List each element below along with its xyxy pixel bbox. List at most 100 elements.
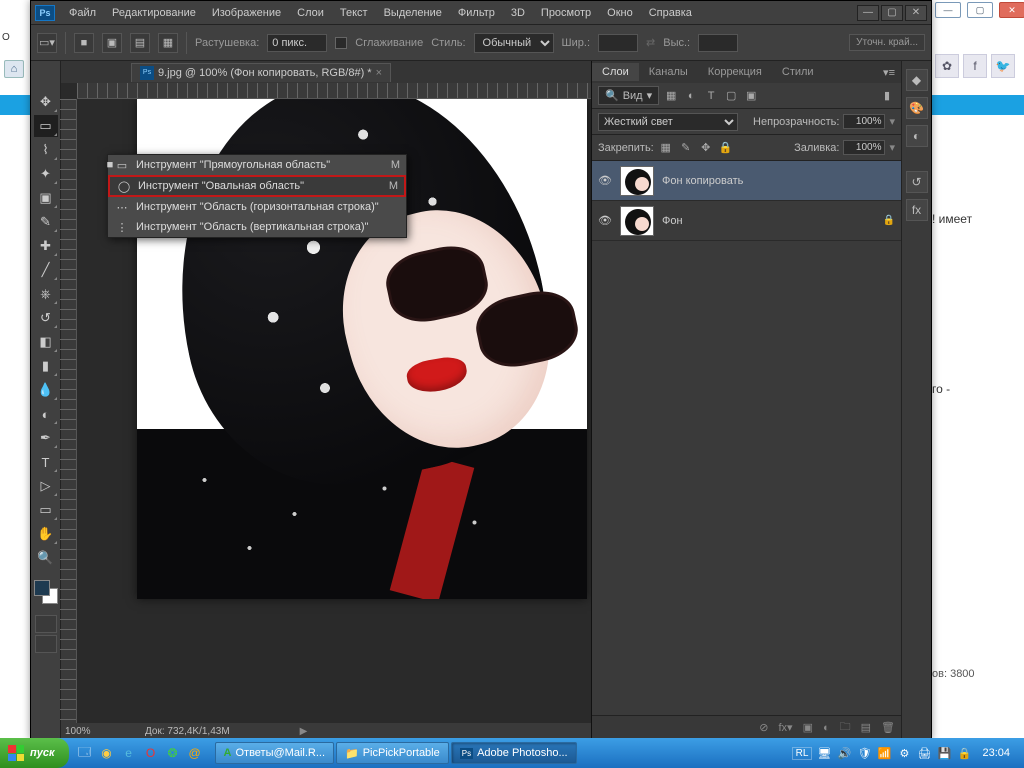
share-twitter-icon[interactable]: 🐦 (991, 54, 1015, 78)
start-button[interactable]: пуск (0, 738, 69, 768)
dock-color-icon[interactable]: 🎨 (906, 97, 928, 119)
ql-mail-icon[interactable]: @ (185, 743, 205, 763)
zoom-tool-icon[interactable]: 🔍 (34, 547, 58, 569)
canvas[interactable]: ■▭ Инструмент "Прямоугольная область"M ◯… (77, 99, 591, 723)
ql-explorer-icon[interactable]: 🗔 (75, 743, 95, 763)
ps-minimize-icon[interactable]: — (857, 5, 879, 21)
tab-adjustments[interactable]: Коррекция (698, 63, 772, 81)
lock-paint-icon[interactable]: ✎ (678, 140, 694, 156)
flyout-col-marquee[interactable]: ⋮ Инструмент "Область (вертикальная стро… (108, 217, 406, 237)
subtract-selection-icon[interactable]: ▤ (130, 33, 150, 53)
new-selection-icon[interactable]: ■ (74, 33, 94, 53)
menu-type[interactable]: Текст (332, 7, 376, 19)
adjustment-icon[interactable]: ◐ (823, 722, 830, 734)
task-button[interactable]: AОтветы@Mail.R... (215, 742, 334, 764)
tab-styles[interactable]: Стили (772, 63, 824, 81)
ps-close-icon[interactable]: ✕ (905, 5, 927, 21)
flyout-ellipse-marquee[interactable]: ◯ Инструмент "Овальная область"M (108, 175, 406, 197)
move-tool-icon[interactable]: ✥ (34, 91, 58, 113)
screenmode-icon[interactable] (35, 635, 57, 653)
magic-wand-tool-icon[interactable]: ✦ (34, 163, 58, 185)
flyout-row-marquee[interactable]: ⋯ Инструмент "Область (горизонтальная ст… (108, 197, 406, 217)
ql-chrome-icon[interactable]: ◉ (97, 743, 117, 763)
link-icon[interactable]: ⊘ (759, 721, 768, 734)
tray-icon[interactable]: 📶 (876, 745, 892, 761)
zoom-level[interactable]: 100% (65, 726, 115, 737)
language-indicator[interactable]: RL (792, 747, 813, 760)
shape-tool-icon[interactable]: ▭ (34, 499, 58, 521)
style-select[interactable]: Обычный (474, 33, 554, 53)
tray-icon[interactable]: 🔒 (956, 745, 972, 761)
layer-row[interactable]: 👁 Фон 🔒 (592, 201, 901, 241)
fx-icon[interactable]: fx▾ (778, 721, 792, 734)
os-restore-icon[interactable]: ▢ (967, 2, 993, 18)
add-selection-icon[interactable]: ▣ (102, 33, 122, 53)
brush-tool-icon[interactable]: ╱ (34, 259, 58, 281)
ql-qip-icon[interactable]: ❂ (163, 743, 183, 763)
menu-3d[interactable]: 3D (503, 7, 533, 19)
menu-filter[interactable]: Фильтр (450, 7, 503, 19)
tab-layers[interactable]: Слои (592, 63, 639, 81)
panel-menu-icon[interactable]: ▾≡ (877, 66, 901, 79)
group-icon[interactable]: 🗀 (840, 718, 851, 737)
filter-pixel-icon[interactable]: ▦ (663, 88, 679, 104)
tab-close-icon[interactable]: × (376, 67, 382, 79)
refine-edge-button[interactable]: Уточн. край... (849, 34, 925, 51)
dock-actions-icon[interactable]: fx (906, 199, 928, 221)
tray-icon[interactable]: 🔊 (836, 745, 852, 761)
menu-layer[interactable]: Слои (289, 7, 332, 19)
dock-history-icon[interactable]: ↺ (906, 171, 928, 193)
filter-type-icon[interactable]: T (703, 88, 719, 104)
dock-swatches-icon[interactable]: ◐ (906, 125, 928, 147)
layer-thumb[interactable] (620, 166, 654, 196)
ql-opera-icon[interactable]: O (141, 743, 161, 763)
filter-shape-icon[interactable]: ▢ (723, 88, 739, 104)
lasso-tool-icon[interactable]: ⌇ (34, 139, 58, 161)
tray-icon[interactable]: 💾 (936, 745, 952, 761)
os-minimize-icon[interactable]: — (935, 2, 961, 18)
visibility-icon[interactable]: 👁 (598, 174, 612, 187)
stamp-tool-icon[interactable]: ⎈ (34, 283, 58, 305)
tray-icon[interactable]: 🖨 (916, 745, 932, 761)
gradient-tool-icon[interactable]: ▮ (34, 355, 58, 377)
home-icon[interactable]: ⌂ (4, 60, 24, 78)
tray-icon[interactable]: ⚙ (896, 745, 912, 761)
document-tab[interactable]: Ps 9.jpg @ 100% (Фон копировать, RGB/8#)… (131, 63, 391, 82)
feather-input[interactable] (267, 34, 327, 52)
menu-window[interactable]: Окно (599, 7, 641, 19)
marquee-tool-icon[interactable]: ▭ (34, 115, 58, 137)
pen-tool-icon[interactable]: ✒ (34, 427, 58, 449)
dock-layers-icon[interactable]: ◆ (906, 69, 928, 91)
crop-tool-icon[interactable]: ▣ (34, 187, 58, 209)
lock-all-icon[interactable]: 🔒 (718, 140, 734, 156)
tray-icon[interactable]: 🛡 (856, 745, 872, 761)
layer-name[interactable]: Фон (662, 215, 683, 227)
ruler-horizontal[interactable] (77, 83, 591, 99)
layer-row[interactable]: 👁 Фон копировать (592, 161, 901, 201)
layer-name[interactable]: Фон копировать (662, 175, 743, 187)
filter-smart-icon[interactable]: ▣ (743, 88, 759, 104)
blend-mode-select[interactable]: Жесткий свет (598, 113, 738, 131)
menu-file[interactable]: Файл (61, 7, 104, 19)
lock-pixels-icon[interactable]: ▦ (658, 140, 674, 156)
eraser-tool-icon[interactable]: ◧ (34, 331, 58, 353)
menu-image[interactable]: Изображение (204, 7, 289, 19)
mask-icon[interactable]: ▣ (803, 721, 813, 734)
quickmask-icon[interactable] (35, 615, 57, 633)
share-odnoklassniki-icon[interactable]: ✿ (935, 54, 959, 78)
blur-tool-icon[interactable]: 💧 (34, 379, 58, 401)
filter-toggle-icon[interactable]: ▮ (879, 88, 895, 104)
layer-kind-filter[interactable]: 🔍 Вид ▾ (598, 86, 659, 105)
history-brush-tool-icon[interactable]: ↺ (34, 307, 58, 329)
fill-input[interactable]: 100% (843, 140, 885, 155)
lock-position-icon[interactable]: ✥ (698, 140, 714, 156)
new-layer-icon[interactable]: ▤ (861, 721, 871, 734)
hand-tool-icon[interactable]: ✋ (34, 523, 58, 545)
task-button[interactable]: 📁PicPickPortable (336, 742, 449, 764)
filter-adjust-icon[interactable]: ◐ (683, 88, 699, 104)
tool-preset-icon[interactable]: ▭▾ (37, 33, 57, 53)
eyedropper-tool-icon[interactable]: ✎ (34, 211, 58, 233)
layer-thumb[interactable] (620, 206, 654, 236)
color-swatch[interactable] (33, 579, 59, 605)
delete-icon[interactable]: 🗑 (881, 721, 895, 734)
